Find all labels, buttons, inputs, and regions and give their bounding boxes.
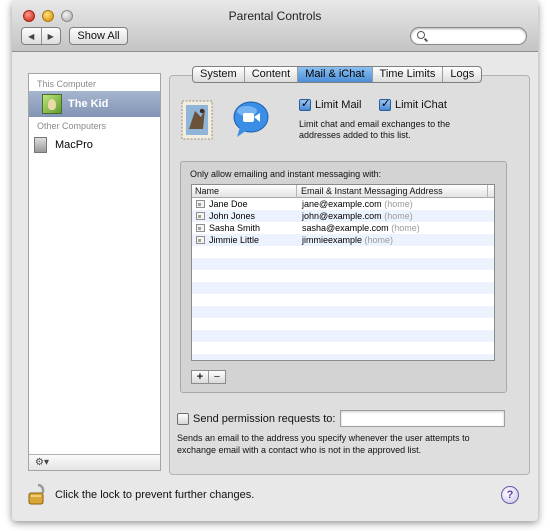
contact-email: john@example.com	[302, 211, 382, 221]
contact-address: sasha@example.com (home)	[298, 223, 420, 233]
search-field[interactable]	[410, 27, 527, 45]
permission-description: Sends an email to the address you specif…	[177, 433, 470, 455]
table-body: Jane Doe jane@example.com (home) John Jo…	[192, 198, 494, 360]
contact-name: Jane Doe	[209, 199, 248, 209]
search-icon	[417, 31, 425, 39]
contact-address: jimmieexample (home)	[298, 235, 393, 245]
permission-email-field[interactable]	[340, 410, 505, 427]
table-row	[192, 354, 494, 360]
contact-tag: (home)	[391, 223, 420, 233]
this-computer-header: This Computer	[37, 79, 97, 89]
other-computers-header: Other Computers	[37, 121, 107, 131]
sidebar: This Computer The Kid Other Computers Ma…	[28, 73, 161, 471]
show-all-button[interactable]: Show All	[69, 27, 128, 45]
address-card-icon	[196, 212, 205, 220]
permission-label: Send permission requests to:	[193, 413, 336, 425]
contact-tag: (home)	[384, 199, 413, 209]
help-icon: ?	[506, 489, 514, 501]
lock-icon[interactable]	[28, 482, 48, 506]
tab-content[interactable]: Content	[243, 67, 298, 82]
tab-system[interactable]: System	[193, 67, 244, 82]
table-row	[192, 318, 494, 330]
column-header-address[interactable]: Email & Instant Messaging Address	[298, 185, 488, 198]
contact-email: sasha@example.com	[302, 223, 389, 233]
contacts-table[interactable]: Name Email & Instant Messaging Address J…	[191, 184, 495, 361]
address-card-icon	[196, 224, 205, 232]
contact-name: John Jones	[209, 211, 256, 221]
forward-button[interactable]: ▶	[42, 28, 61, 44]
computer-icon	[34, 137, 47, 153]
allowed-contacts-title: Only allow emailing and instant messagin…	[190, 169, 382, 179]
limit-ichat-label: Limit iChat	[395, 99, 447, 111]
limit-ichat-checkbox[interactable]: Limit iChat	[379, 97, 447, 111]
table-row[interactable]: Jimmie Little jimmieexample (home)	[192, 234, 494, 246]
user-avatar	[42, 94, 62, 114]
help-button[interactable]: ?	[501, 486, 519, 504]
contact-name: Sasha Smith	[209, 223, 261, 233]
contact-tag: (home)	[384, 211, 413, 221]
limit-description: Limit chat and email exchanges to the ad…	[299, 119, 451, 140]
gear-icon: ⚙▾	[35, 457, 49, 468]
sidebar-item-label: MacPro	[55, 139, 93, 151]
table-row[interactable]: Sasha Smith sasha@example.com (home)	[192, 222, 494, 234]
permission-checkbox[interactable]: Send permission requests to:	[177, 413, 335, 425]
checkbox-limit-ichat[interactable]	[379, 97, 391, 111]
tab-logs[interactable]: Logs	[442, 67, 481, 82]
contact-tag: (home)	[364, 235, 394, 245]
ichat-icon	[233, 101, 269, 137]
sidebar-item-the-kid[interactable]: The Kid	[29, 91, 160, 117]
table-row	[192, 282, 494, 294]
address-card-icon	[196, 200, 205, 208]
right-arrow-icon: ▶	[47, 31, 54, 41]
window-title: Parental Controls	[228, 9, 322, 23]
table-row[interactable]: Jane Doe jane@example.com (home)	[192, 198, 494, 210]
limit-mail-checkbox[interactable]: Limit Mail	[299, 97, 362, 111]
address-card-icon	[196, 236, 205, 244]
remove-contact-button[interactable]: −	[209, 371, 225, 383]
contact-email: jane@example.com	[302, 199, 382, 209]
contact-name: Jimmie Little	[209, 235, 260, 245]
tab-bar: System Content Mail & iChat Time Limits …	[192, 66, 483, 83]
table-row	[192, 258, 494, 270]
table-row	[192, 342, 494, 354]
search-input[interactable]	[429, 29, 521, 43]
sidebar-item-label: The Kid	[68, 98, 109, 110]
sidebar-item-macpro[interactable]: MacPro	[29, 135, 160, 155]
checkbox-send-permission[interactable]	[177, 413, 189, 425]
contact-email: jimmieexample	[302, 235, 363, 245]
add-remove-control: + −	[191, 370, 226, 384]
table-row	[192, 306, 494, 318]
action-menu-button[interactable]: ⚙▾	[35, 457, 55, 468]
lock-message: Click the lock to prevent further change…	[55, 489, 255, 501]
sidebar-footer: ⚙▾	[29, 454, 160, 470]
table-row	[192, 246, 494, 258]
contact-address: john@example.com (home)	[298, 211, 413, 221]
table-row	[192, 294, 494, 306]
table-row[interactable]: John Jones john@example.com (home)	[192, 210, 494, 222]
table-header: Name Email & Instant Messaging Address	[192, 185, 494, 198]
table-row	[192, 270, 494, 282]
checkbox-limit-mail[interactable]	[299, 97, 311, 111]
column-header-name[interactable]: Name	[192, 185, 297, 198]
mail-stamp-icon	[181, 100, 213, 140]
back-forward-control: ◀ ▶	[21, 27, 61, 45]
tab-mail-ichat[interactable]: Mail & iChat	[297, 67, 372, 82]
back-button[interactable]: ◀	[22, 28, 42, 44]
table-row	[192, 330, 494, 342]
left-arrow-icon: ◀	[28, 31, 35, 41]
tab-time-limits[interactable]: Time Limits	[371, 67, 443, 82]
limit-mail-label: Limit Mail	[315, 99, 362, 111]
add-contact-button[interactable]: +	[192, 371, 209, 383]
contact-address: jane@example.com (home)	[298, 199, 413, 209]
